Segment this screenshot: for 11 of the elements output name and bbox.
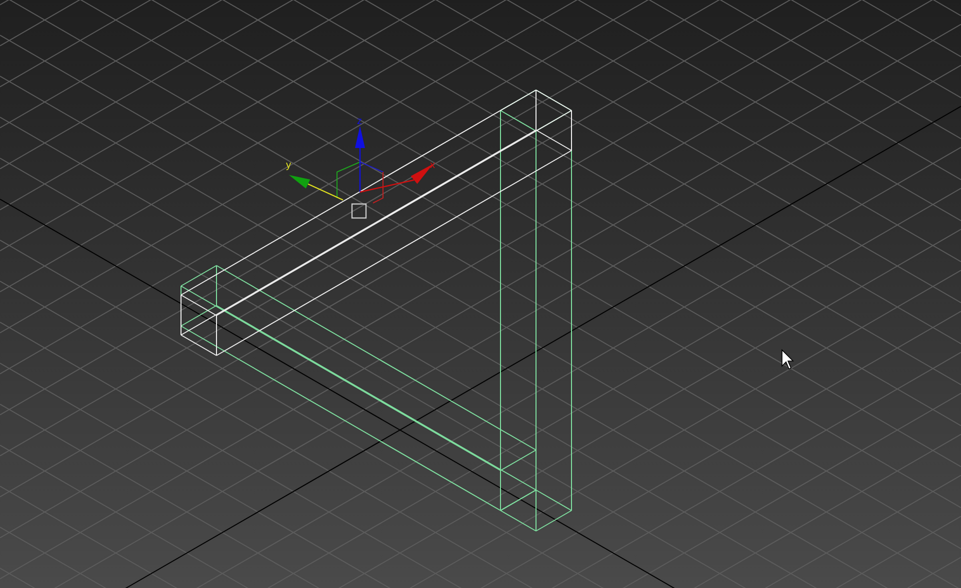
plane-handles-drawing[interactable] (336, 162, 384, 204)
axis-arrow-icon[interactable] (289, 175, 344, 201)
wireframe-beam[interactable] (180, 90, 572, 356)
pivot-square-icon[interactable] (351, 203, 367, 219)
wireframe-beam[interactable] (180, 265, 536, 511)
axis-label: z (357, 116, 362, 127)
viewport[interactable]: z y x (0, 0, 961, 588)
axis-label: x (430, 160, 435, 171)
axis-arrow-icon[interactable] (360, 164, 433, 193)
axis-label: y (286, 160, 291, 171)
mouse-cursor-icon (782, 349, 794, 370)
